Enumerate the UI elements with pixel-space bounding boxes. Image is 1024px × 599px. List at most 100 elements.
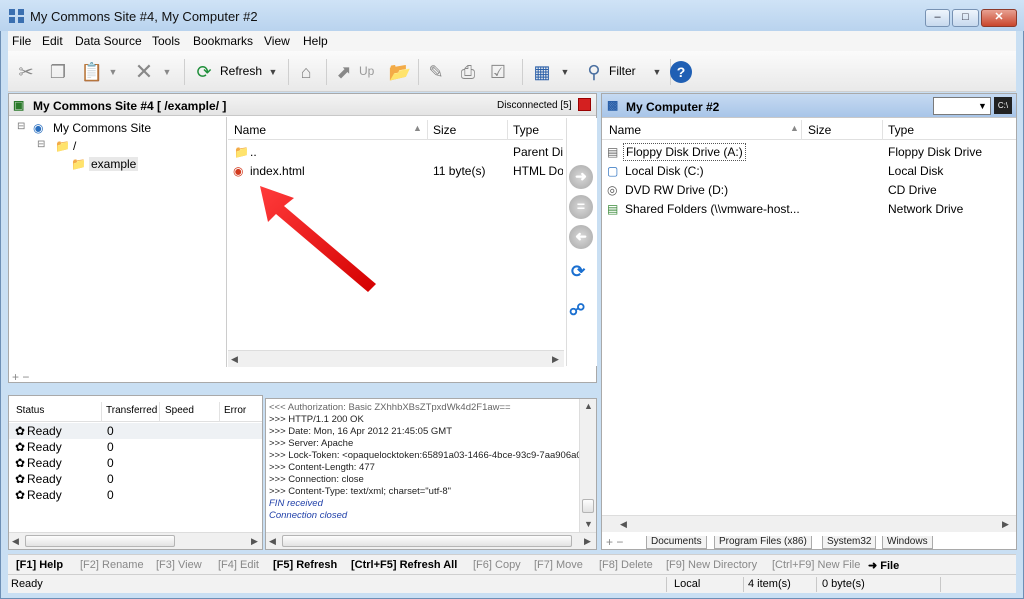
close-button[interactable]: ✕ (981, 9, 1017, 27)
ready-icon: ✿ (15, 424, 26, 438)
filter-dropdown-icon[interactable]: ▼ (650, 60, 664, 84)
tree-node-site[interactable]: ⊟ ◉ My Commons Site (15, 119, 215, 138)
table-row[interactable]: ✿ Ready 0 (9, 455, 262, 471)
ready-icon: ✿ (15, 488, 26, 502)
f3-view[interactable]: [F3] View (156, 559, 202, 571)
menu-tools[interactable]: Tools (152, 34, 180, 48)
f8-delete[interactable]: [F8] Delete (599, 559, 653, 571)
tab-add-remove[interactable]: + − (606, 535, 623, 549)
menu-file[interactable]: File (12, 34, 31, 48)
list-item[interactable]: ▤ Shared Folders (\\vmware-host... Netwo… (602, 200, 1016, 219)
filter-icon[interactable]: ⚲ (582, 60, 606, 84)
ctrl-f9-new-file[interactable]: [Ctrl+F9] New File (772, 559, 860, 571)
sync-icon[interactable]: = (569, 195, 593, 219)
view-icon[interactable]: ▦ (530, 60, 554, 84)
ready-icon: ✿ (15, 472, 26, 486)
col-size[interactable]: Size (808, 123, 831, 137)
right-list-hscrollbar[interactable]: ◀ ▶ (602, 515, 1016, 532)
link-icon[interactable]: ☍ (569, 300, 585, 320)
compare-icon[interactable]: ⟳ (571, 262, 585, 282)
up-label[interactable]: Up (359, 64, 374, 78)
col-status[interactable]: Status (16, 405, 44, 416)
open-folder-icon[interactable]: 📂 (388, 60, 412, 84)
log-vscrollbar[interactable]: ▲ ▼ (579, 399, 596, 533)
tab-program-files[interactable]: Program Files (x86) (714, 536, 812, 549)
folder-icon: 📁 (71, 157, 86, 171)
print-icon[interactable]: ⎙ (456, 60, 480, 84)
transfer-rows: ✿ Ready 0 ✿ Ready 0 ✿ Ready 0 ✿ Ready 0 ✿ Ready 0 (9, 423, 262, 513)
menu-edit[interactable]: Edit (42, 34, 63, 48)
filter-label[interactable]: Filter (609, 64, 636, 78)
maximize-button[interactable]: □ (952, 9, 979, 27)
help-icon[interactable]: ? (670, 61, 692, 83)
col-transferred[interactable]: Transferred (106, 405, 157, 416)
menu-help[interactable]: Help (303, 34, 328, 48)
f4-edit[interactable]: [F4] Edit (218, 559, 259, 571)
tree-node-example[interactable]: 📁 example (15, 155, 215, 174)
table-row[interactable]: ✿ Ready 0 (9, 439, 262, 455)
table-row[interactable]: ✿ Ready 0 (9, 487, 262, 503)
toolbar-separator (326, 59, 327, 85)
edit-icon[interactable]: ✎ (424, 60, 448, 84)
list-item[interactable]: ◉ index.html 11 byte(s) HTML Do (228, 162, 563, 181)
f9-new-directory[interactable]: [F9] New Directory (666, 559, 757, 571)
download-arrow-icon[interactable]: ➜ (569, 225, 593, 249)
f5-refresh[interactable]: [F5] Refresh (273, 559, 337, 571)
status-item-count: 4 item(s) (748, 578, 791, 590)
refresh-icon[interactable]: ⟳ (192, 60, 216, 84)
tab-windows[interactable]: Windows (882, 536, 933, 549)
f7-move[interactable]: [F7] Move (534, 559, 583, 571)
table-row[interactable]: ✿ Ready 0 (9, 423, 262, 439)
home-icon[interactable]: ⌂ (294, 60, 318, 84)
upload-arrow-icon[interactable]: ➜ (569, 165, 593, 189)
disconnect-icon[interactable] (578, 98, 591, 111)
tab-system32[interactable]: System32 (822, 536, 877, 549)
site-icon: ▣ (13, 98, 25, 112)
col-name[interactable]: Name (609, 123, 641, 137)
f2-rename[interactable]: [F2] Rename (80, 559, 144, 571)
list-item[interactable]: ▤ Floppy Disk Drive (A:) Floppy Disk Dri… (602, 143, 1016, 162)
list-item[interactable]: ◎ DVD RW Drive (D:) CD Drive (602, 181, 1016, 200)
file-menu-shortcut[interactable]: ➜ File (868, 559, 899, 572)
view-dropdown-icon[interactable]: ▼ (558, 60, 572, 84)
f6-copy[interactable]: [F6] Copy (473, 559, 521, 571)
list-item[interactable]: 📁 .. Parent Di (228, 143, 563, 162)
folder-icon: 📁 (55, 139, 70, 153)
properties-icon[interactable]: ☑ (486, 60, 510, 84)
local-disk-icon: ▢ (607, 164, 619, 178)
left-column-header: Name ▲ Size Type (228, 120, 563, 140)
sort-asc-icon: ▲ (413, 123, 422, 133)
col-size[interactable]: Size (433, 123, 456, 137)
minimize-button[interactable]: – (925, 9, 950, 27)
copy-icon[interactable]: ❐ (46, 60, 70, 84)
connection-status: Disconnected [5] (497, 100, 572, 111)
delete-dropdown-icon[interactable]: ▼ (160, 60, 174, 84)
refresh-dropdown-icon[interactable]: ▼ (266, 60, 280, 84)
transfer-hscrollbar[interactable]: ◀ ▶ (9, 532, 262, 549)
col-type[interactable]: Type (888, 123, 914, 137)
f1-help[interactable]: [F1] Help (16, 559, 63, 571)
terminal-icon[interactable]: C:\ (994, 97, 1012, 114)
tree-add-remove[interactable]: + − (12, 370, 29, 384)
delete-icon[interactable]: ✕ (132, 59, 156, 84)
up-icon[interactable]: ⬈ (332, 60, 356, 84)
tree-node-root[interactable]: ⊟ 📁 / (15, 137, 215, 156)
left-list-hscrollbar[interactable]: ◀ ▶ (228, 350, 564, 367)
col-type[interactable]: Type (513, 123, 539, 137)
cut-icon[interactable]: ✂ (14, 60, 38, 84)
tab-documents[interactable]: Documents (646, 536, 707, 549)
ctrl-f5-refresh-all[interactable]: [Ctrl+F5] Refresh All (351, 559, 457, 571)
menu-bookmarks[interactable]: Bookmarks (193, 34, 253, 48)
log-hscrollbar[interactable]: ◀ ▶ (266, 532, 596, 549)
col-error[interactable]: Error (224, 405, 246, 416)
paste-dropdown-icon[interactable]: ▼ (106, 60, 120, 84)
menu-data-source[interactable]: Data Source (75, 34, 142, 48)
paste-icon[interactable]: 📋 (80, 60, 104, 84)
table-row[interactable]: ✿ Ready 0 (9, 471, 262, 487)
col-name[interactable]: Name (234, 123, 266, 137)
list-item[interactable]: ▢ Local Disk (C:) Local Disk (602, 162, 1016, 181)
menu-view[interactable]: View (264, 34, 290, 48)
col-speed[interactable]: Speed (165, 405, 194, 416)
refresh-label[interactable]: Refresh (220, 64, 262, 78)
drive-select[interactable]: ▼ (933, 97, 991, 115)
